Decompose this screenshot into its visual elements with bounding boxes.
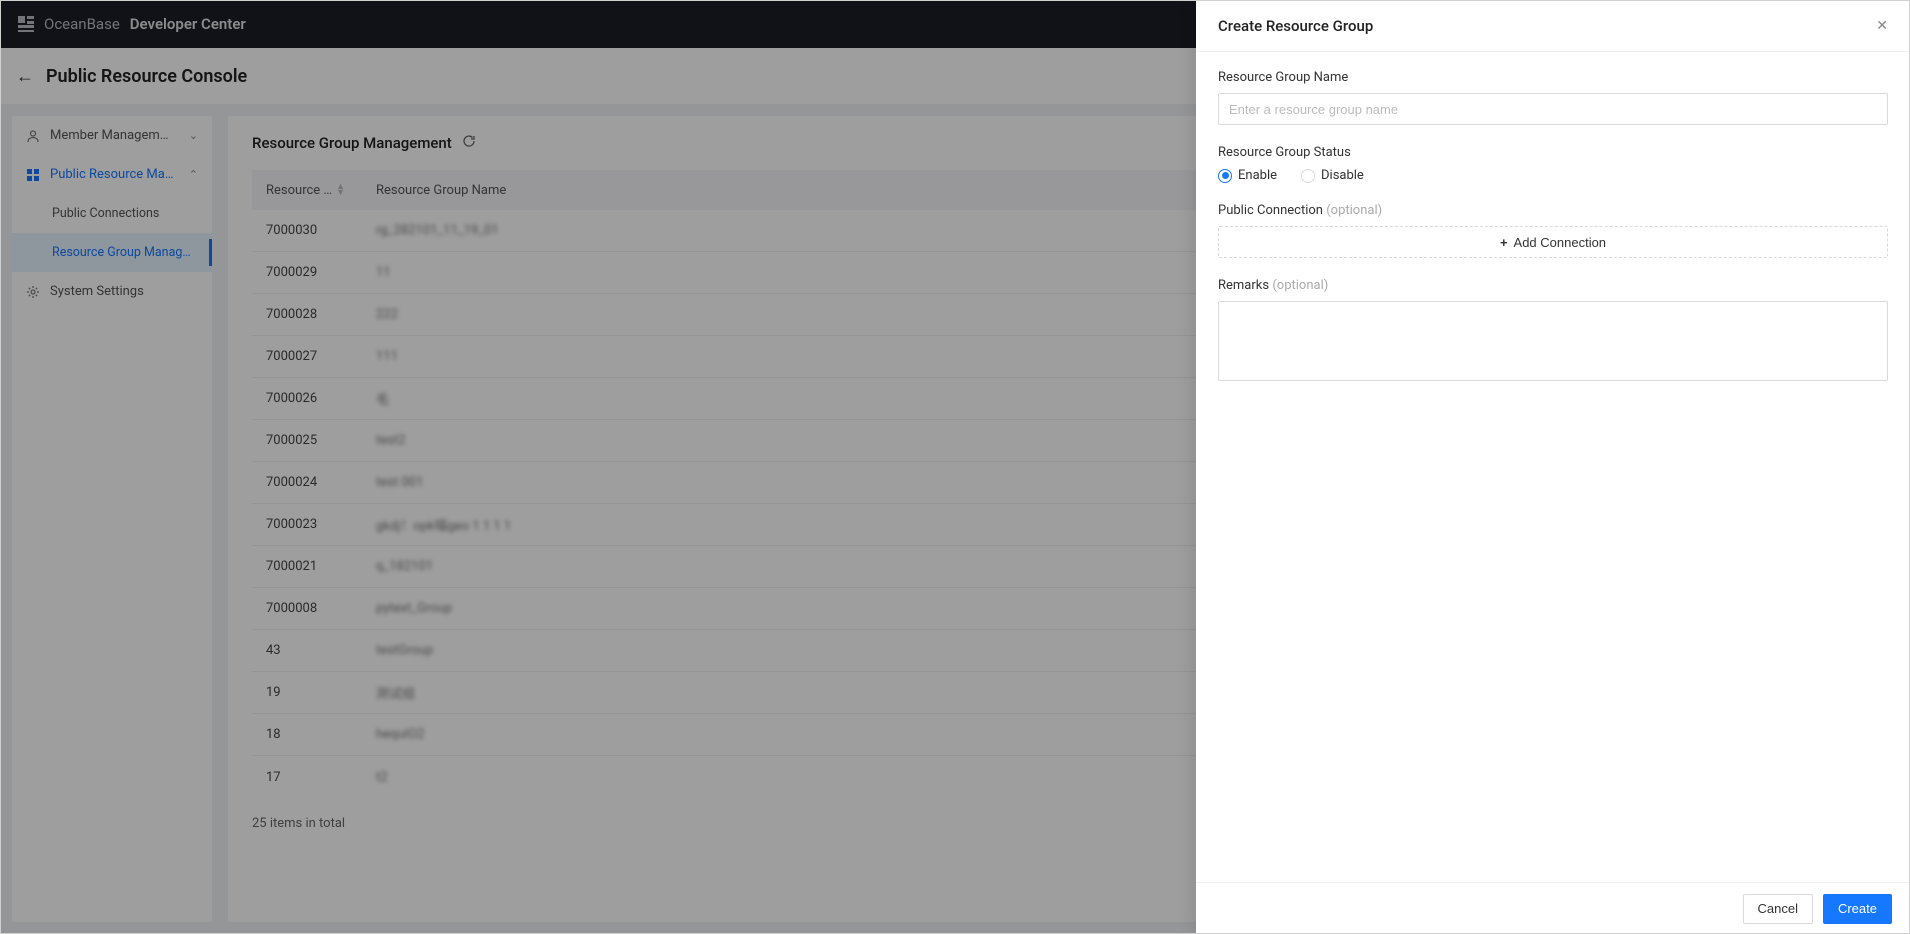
cell-id: 17 [252, 770, 362, 785]
radio-disable[interactable]: Disable [1301, 168, 1364, 183]
field-label-remarks: Remarks (optional) [1218, 278, 1888, 293]
cell-id: 7000008 [252, 601, 362, 616]
create-button[interactable]: Create [1823, 894, 1892, 924]
create-resource-group-drawer: Create Resource Group ✕ Resource Group N… [1196, 0, 1910, 934]
radio-icon [1301, 169, 1315, 183]
add-connection-button[interactable]: + Add Connection [1218, 226, 1888, 258]
back-arrow-icon[interactable]: ← [16, 66, 34, 87]
cell-id: 7000024 [252, 475, 362, 490]
sidebar-item-label: Member Managem… [50, 128, 179, 143]
field-label-connection: Public Connection (optional) [1218, 203, 1888, 218]
sort-icon: ▲▼ [336, 184, 345, 196]
cell-id: 7000027 [252, 349, 362, 364]
cell-id: 7000026 [252, 391, 362, 406]
sidebar-item-public-resource[interactable]: Public Resource Ma… ⌃ [12, 155, 212, 194]
gear-icon [26, 285, 40, 299]
user-icon [26, 129, 40, 143]
resource-group-name-input[interactable] [1218, 93, 1888, 125]
cell-id: 7000023 [252, 517, 362, 532]
sidebar-item-label: System Settings [50, 284, 198, 299]
cell-id: 7000021 [252, 559, 362, 574]
close-icon[interactable]: ✕ [1876, 18, 1888, 34]
main-title: Resource Group Management [252, 134, 452, 152]
brand-sub: Developer Center [130, 15, 246, 33]
cell-id: 7000029 [252, 265, 362, 280]
sidebar-item-public-connections[interactable]: Public Connections [12, 194, 212, 233]
sidebar-item-resource-group[interactable]: Resource Group Manag… [12, 233, 212, 272]
brand-logo: OceanBase Developer Center [16, 14, 246, 34]
sidebar-item-label: Resource Group Manag… [52, 245, 198, 260]
grid-icon [26, 168, 40, 182]
sidebar-item-member-management[interactable]: Member Managem… ⌄ [12, 116, 212, 155]
cancel-button[interactable]: Cancel [1743, 894, 1813, 924]
radio-enable[interactable]: Enable [1218, 168, 1277, 183]
remarks-textarea[interactable] [1218, 301, 1888, 381]
drawer-title: Create Resource Group [1218, 17, 1373, 35]
chevron-down-icon: ⌄ [189, 129, 198, 142]
logo-icon [16, 14, 36, 34]
cell-id: 7000030 [252, 223, 362, 238]
chevron-up-icon: ⌃ [189, 168, 198, 181]
sidebar: Member Managem… ⌄ Public Resource Ma… ⌃ … [12, 116, 212, 922]
cell-id: 18 [252, 727, 362, 742]
radio-icon [1218, 169, 1232, 183]
cell-id: 43 [252, 643, 362, 658]
sidebar-item-label: Public Resource Ma… [50, 167, 179, 182]
refresh-icon[interactable] [462, 134, 476, 152]
cell-id: 19 [252, 685, 362, 700]
cell-id: 7000025 [252, 433, 362, 448]
page-title: Public Resource Console [46, 66, 247, 87]
column-header-id[interactable]: Resource … ▲▼ [252, 183, 362, 198]
brand-main: OceanBase [44, 15, 120, 33]
field-label-name: Resource Group Name [1218, 70, 1888, 85]
cell-id: 7000028 [252, 307, 362, 322]
field-label-status: Resource Group Status [1218, 145, 1888, 160]
sidebar-item-label: Public Connections [52, 206, 198, 221]
sidebar-item-system-settings[interactable]: System Settings [12, 272, 212, 311]
plus-icon: + [1500, 235, 1508, 250]
